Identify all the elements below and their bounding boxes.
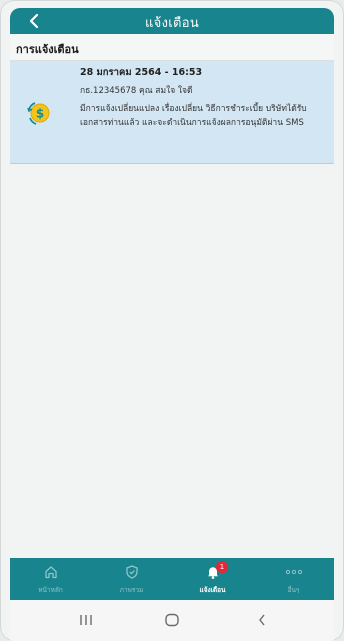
notification-policy: กธ.12345678 คุณ สมใจ ใจดี [80, 86, 193, 96]
home-button[interactable] [152, 608, 192, 632]
shield-check-icon [125, 565, 138, 579]
home-icon [44, 566, 57, 579]
nav-item-notifications[interactable]: 1 แจ้งเตือน [172, 558, 253, 600]
home-circle-icon [165, 613, 179, 627]
recent-apps-button[interactable] [66, 608, 106, 632]
app-header: แจ้งเตือน [10, 8, 334, 34]
recent-apps-icon [80, 615, 92, 625]
nav-item-home[interactable]: หน้าหลัก [10, 558, 91, 600]
dollar-refresh-icon: $ [27, 102, 50, 125]
chevron-left-icon [259, 614, 265, 626]
nav-label-overview: ภาพรวม [119, 586, 144, 594]
nav-item-more[interactable]: อื่นๆ [253, 558, 334, 600]
notification-text: 28 มกราคม 2564 - 16:53 กธ.12345678 คุณ ส… [80, 66, 330, 130]
nav-label-notifications: แจ้งเตือน [199, 586, 226, 594]
section-title: การแจ้งเตือน [16, 43, 79, 56]
page-title: แจ้งเตือน [144, 16, 200, 31]
bottom-navigation: หน้าหลัก ภาพรวม 1 แจ้งเตือน อื่นๆ [10, 558, 334, 600]
notification-item[interactable]: $ 28 มกราคม 2564 - 16:53 กธ.12345678 คุณ… [10, 61, 334, 164]
notification-badge: 1 [216, 561, 228, 573]
notification-date: 28 มกราคม 2564 - 16:53 [80, 67, 203, 78]
nav-label-home: หน้าหลัก [38, 586, 63, 594]
more-dots-icon [285, 569, 302, 575]
nav-label-more: อื่นๆ [287, 586, 300, 594]
phone-screen: แจ้งเตือน การแจ้งเตือน $ 28 มกราคม 2564 … [0, 0, 344, 641]
back-system-button[interactable] [242, 608, 282, 632]
notification-message: มีการแจ้งเปลี่ยนแปลง เรื่องเปลี่ยน วิธีก… [80, 104, 307, 128]
svg-text:$: $ [36, 107, 44, 121]
nav-item-overview[interactable]: ภาพรวม [91, 558, 172, 600]
system-navigation-bar [10, 600, 334, 641]
empty-list-area [10, 164, 334, 558]
section-header: การแจ้งเตือน [10, 34, 334, 61]
